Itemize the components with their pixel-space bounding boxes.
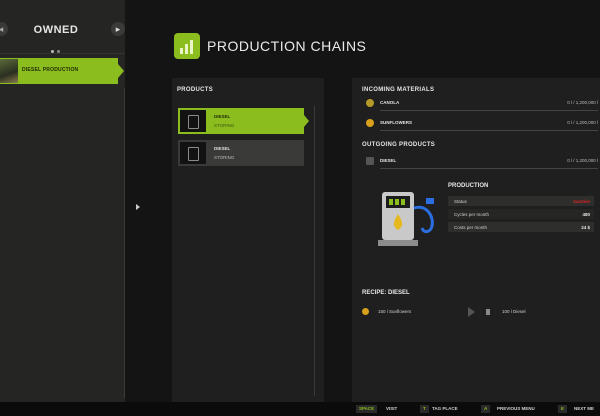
e-key[interactable]: E [558, 405, 568, 413]
cycles-label: Cycles per month [454, 212, 490, 217]
sidebar-title: OWNED [33, 24, 79, 36]
material-value: 0 l / 1,200,000 l [567, 158, 598, 163]
material-name: DIESEL [380, 158, 397, 163]
material-name: SUNFLOWERS [380, 120, 412, 125]
products-title: PRODUCTS [177, 87, 214, 93]
canola-icon [366, 99, 374, 107]
product-status: STORING [214, 123, 235, 128]
collapse-arrow-icon[interactable] [136, 204, 140, 210]
diesel-tank-icon [180, 142, 206, 164]
incoming-material-row: CANOLA 0 l / 1,200,000 l [366, 98, 598, 111]
cycles-value: 480 [582, 212, 590, 217]
page-title: PRODUCTION CHAINS [207, 38, 367, 54]
sidebar-scrollbar[interactable] [124, 88, 125, 398]
sidebar-item-label: DIESEL PRODUCTION [22, 67, 79, 73]
costs-label: Costs per month [454, 225, 488, 230]
t-key[interactable]: T [420, 405, 429, 413]
costs-value: 24 $ [581, 225, 590, 230]
recipe-arrow-icon [468, 307, 475, 317]
material-value: 0 l / 1,200,000 l [567, 100, 598, 105]
page-indicator [51, 40, 63, 58]
status-label: Status [454, 199, 467, 204]
diesel-icon [486, 309, 490, 315]
diesel-tank-icon [180, 110, 206, 132]
visit-hint[interactable]: VISIT [386, 406, 397, 411]
bottom-hint-bar: SPACE VISIT T TAG PLACE A PREVIOUS MENU … [0, 402, 600, 416]
product-status: STORING [214, 155, 235, 160]
sunflower-icon [362, 308, 369, 315]
product-item-diesel-selected[interactable]: DIESEL STORING [178, 108, 309, 134]
recipe-output: 100 l Diesel [502, 309, 526, 314]
incoming-materials-title: INCOMING MATERIALS [362, 87, 435, 93]
recipe-row: 150 l Sunflowers 100 l Diesel [362, 305, 594, 319]
material-fill-bar [380, 110, 598, 111]
incoming-material-row: SUNFLOWERS 0 l / 1,200,000 l [366, 118, 598, 131]
outgoing-product-row: DIESEL 0 l / 1,200,000 l [366, 156, 598, 169]
recipe-input: 150 l Sunflowers [378, 309, 412, 314]
products-panel: PRODUCTS DIESEL STORING DIESEL STORING [172, 78, 324, 402]
product-name: DIESEL [214, 146, 231, 151]
material-value: 0 l / 1,200,000 l [567, 120, 598, 125]
tag-place-hint[interactable]: TAG PLACE [432, 406, 458, 411]
production-chains-icon [174, 33, 200, 59]
recipe-title: RECIPE: DIESEL [362, 290, 410, 296]
status-value: Inactive [573, 199, 590, 204]
production-title: PRODUCTION [448, 183, 489, 189]
sidebar-item-diesel-production[interactable]: DIESEL PRODUCTION [0, 58, 124, 84]
space-key[interactable]: SPACE [356, 405, 378, 413]
sunflower-icon [366, 119, 374, 127]
sidebar-divider [0, 53, 125, 54]
material-name: CANOLA [380, 100, 400, 105]
previous-page-button[interactable]: ◂ [0, 22, 8, 36]
next-page-button[interactable]: ▸ [111, 22, 125, 36]
products-scrollbar[interactable] [314, 106, 315, 396]
fuel-pump-icon [378, 188, 440, 248]
product-name: DIESEL [214, 114, 231, 119]
next-menu-hint[interactable]: NEXT ME [574, 406, 594, 411]
costs-per-month-row: Costs per month 24 $ [448, 222, 594, 232]
previous-menu-hint[interactable]: PREVIOUS MENU [497, 406, 535, 411]
product-item-diesel[interactable]: DIESEL STORING [178, 140, 304, 166]
diesel-production-thumbnail [0, 59, 18, 83]
outgoing-products-title: OUTGOING PRODUCTS [362, 142, 436, 148]
material-fill-bar [380, 130, 598, 131]
production-status-row: Status Inactive [448, 196, 594, 206]
material-fill-bar [380, 168, 598, 169]
cycles-per-month-row: Cycles per month 480 [448, 209, 594, 219]
a-key[interactable]: A [481, 405, 491, 413]
owned-sidebar: ◂ OWNED ▸ DIESEL PRODUCTION [0, 0, 125, 402]
diesel-icon [366, 157, 374, 165]
